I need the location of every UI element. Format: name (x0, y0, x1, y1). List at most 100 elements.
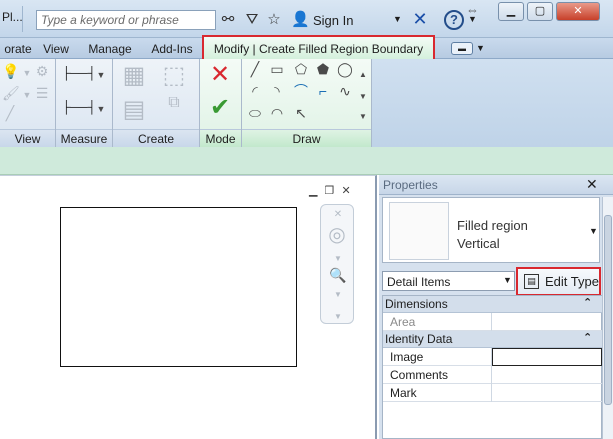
property-label: Image (390, 350, 424, 364)
favorites-star-icon[interactable]: ☆ (265, 11, 283, 29)
view-settings-icon[interactable]: ⚙ (34, 63, 50, 79)
category-dropdown[interactable]: Detail Items (382, 271, 515, 291)
properties-title: Properties (383, 178, 438, 192)
collapse-icon[interactable]: ⌃ (583, 296, 592, 309)
property-row-comments: Comments (383, 366, 602, 384)
close-button[interactable]: ✕ (556, 2, 600, 21)
chevron-down-icon[interactable]: ▼ (22, 65, 32, 81)
chevron-down-icon[interactable]: ▼ (333, 287, 343, 303)
type-name: Filled region (457, 218, 528, 233)
line-icon[interactable]: ╱ (2, 105, 18, 121)
fillet-arc-icon[interactable]: ⌐ (314, 83, 332, 99)
circumscribed-polygon-icon[interactable]: ⬟ (314, 61, 332, 77)
chevron-down-icon[interactable]: ▼ (96, 67, 106, 83)
edit-type-button[interactable]: ▤ Edit Type (516, 267, 601, 296)
type-preview-image (389, 202, 449, 260)
circle-tool-icon[interactable]: ◯ (336, 61, 354, 77)
chevron-down-icon[interactable]: ▼ (589, 226, 598, 236)
property-label: Comments (390, 368, 449, 382)
group-header-dimensions[interactable]: Dimensions ⌃ (383, 296, 602, 313)
chevron-down-icon[interactable]: ▼ (476, 43, 485, 53)
inscribed-polygon-icon[interactable]: ⬠ (292, 61, 310, 77)
minimize-view-icon[interactable]: ▁ (309, 185, 317, 197)
minimize-button[interactable]: ▁ (498, 2, 524, 21)
edit-type-label: Edit Type (545, 274, 599, 289)
line-tool-icon[interactable]: ╱ (246, 61, 264, 77)
ellipse-icon[interactable]: ⬭ (246, 105, 264, 121)
tab-add-ins[interactable]: Add-Ins (145, 38, 199, 59)
user-icon[interactable]: 👤 (291, 11, 310, 29)
properties-palette: Properties ✕ Filled region Vertical ▼ De… (379, 175, 613, 439)
panel-view: 💡 ▼ ⚙ 🖌 ▼ ☰ ╱ View (0, 59, 56, 147)
rectangle-tool-icon[interactable]: ▭ (268, 61, 286, 77)
panel-label-mode[interactable]: Mode (200, 129, 241, 147)
zoom-icon[interactable]: 🔍 (327, 267, 349, 283)
component-icon[interactable]: ▦ (119, 61, 149, 91)
scroll-up-icon[interactable]: ▲ (357, 67, 369, 83)
exchange-apps-icon[interactable]: ✕ (410, 9, 430, 29)
aligned-dimension-icon[interactable]: ├──┤ (62, 99, 96, 115)
chevron-down-icon[interactable]: ▼ (333, 251, 343, 267)
subscription-icon[interactable]: ⛛ (243, 11, 261, 29)
collapse-icon[interactable]: ⌃ (583, 331, 592, 344)
panel-measure: ├──┤ ▼ ├──┤ ▼ Measure (56, 59, 113, 147)
type-selector[interactable]: Filled region Vertical ▼ (382, 197, 600, 263)
measure-tape-icon[interactable]: ├──┤ (62, 65, 96, 81)
panel-label-measure[interactable]: Measure (56, 129, 112, 147)
list-icon[interactable]: ☰ (34, 85, 50, 101)
panel-draw: ╱ ▭ ⬠ ⬟ ◯ ◜ ◝ ⌒ ⌐ ∿ ⬭ ◠ ↖ ▲ ▼ ▼ Draw (242, 59, 372, 147)
chevron-down-icon[interactable]: ▼ (22, 87, 32, 103)
tab-collaborate[interactable]: orate (0, 38, 36, 59)
tab-view[interactable]: View (38, 38, 74, 59)
copy-icon[interactable]: ⧉ (159, 95, 189, 111)
binoculars-icon[interactable]: ⚯ (219, 11, 237, 29)
chevron-down-icon[interactable]: ▼ (96, 101, 106, 117)
image-field[interactable] (492, 348, 602, 366)
maximize-button[interactable]: ▢ (527, 2, 553, 21)
chevron-down-icon[interactable]: ▼ (468, 14, 477, 24)
panel-label-create[interactable]: Create (113, 129, 199, 147)
expand-gallery-icon[interactable]: ▼ (357, 109, 369, 125)
brush-icon[interactable]: 🖌 (2, 85, 20, 101)
chevron-down-icon[interactable]: ▼ (333, 309, 343, 325)
mark-field[interactable] (492, 384, 602, 402)
create-group-icon[interactable]: ⬚ (159, 61, 189, 91)
lightbulb-icon[interactable]: 💡 (2, 63, 19, 79)
center-ends-arc-icon[interactable]: ◝ (268, 83, 286, 99)
properties-scrollbar[interactable] (602, 197, 613, 439)
chevron-down-icon[interactable]: ▼ (393, 14, 402, 24)
property-label: Mark (390, 386, 417, 400)
spline-icon[interactable]: ∿ (336, 83, 354, 99)
pick-lines-icon[interactable]: ↖ (292, 105, 310, 121)
close-icon[interactable]: ✕ (333, 207, 343, 223)
scrollbar-thumb[interactable] (604, 215, 612, 405)
group-header-identity-data[interactable]: Identity Data ⌃ (383, 331, 602, 348)
close-icon[interactable]: ✕ (586, 176, 598, 193)
tab-modify-create-filled-region-boundary[interactable]: Modify | Create Filled Region Boundary (202, 35, 435, 59)
panel-label-view[interactable]: View (0, 129, 55, 147)
title-separator (22, 6, 23, 32)
comments-field[interactable] (492, 366, 602, 384)
search-input[interactable]: Type a keyword or phrase (36, 10, 216, 30)
chevron-down-icon[interactable]: ▼ (503, 275, 512, 285)
scroll-down-icon[interactable]: ▼ (357, 89, 369, 105)
group-label: Dimensions (385, 297, 448, 311)
steering-wheel-icon[interactable]: ◎ (325, 223, 349, 247)
panel-label-draw[interactable]: Draw (242, 129, 371, 147)
similar-icon[interactable]: ▤ (117, 95, 151, 125)
finish-edit-icon[interactable]: ✔ (207, 95, 233, 121)
help-icon[interactable]: ? (444, 10, 464, 30)
tab-manage[interactable]: Manage (82, 38, 138, 59)
filled-region-boundary[interactable] (60, 207, 297, 367)
properties-header: Properties ✕ (379, 175, 613, 195)
tangent-arc-icon[interactable]: ⌒ (292, 83, 310, 99)
restore-view-icon[interactable]: ❐ (325, 185, 335, 197)
start-end-arc-icon[interactable]: ◜ (246, 83, 264, 99)
panel-mode: ✕ ✔ Mode (200, 59, 242, 147)
ribbon-minimize-icon[interactable]: ▬ (451, 42, 473, 55)
sign-in-button[interactable]: Sign In (313, 13, 353, 28)
drawing-canvas[interactable]: ▁ ❐ ✕ ✕ ◎ ▼ 🔍 ▼ ▼ (0, 175, 377, 439)
partial-ellipse-icon[interactable]: ◠ (268, 105, 286, 121)
cancel-edit-icon[interactable]: ✕ (207, 62, 233, 88)
close-view-icon[interactable]: ✕ (341, 185, 350, 197)
